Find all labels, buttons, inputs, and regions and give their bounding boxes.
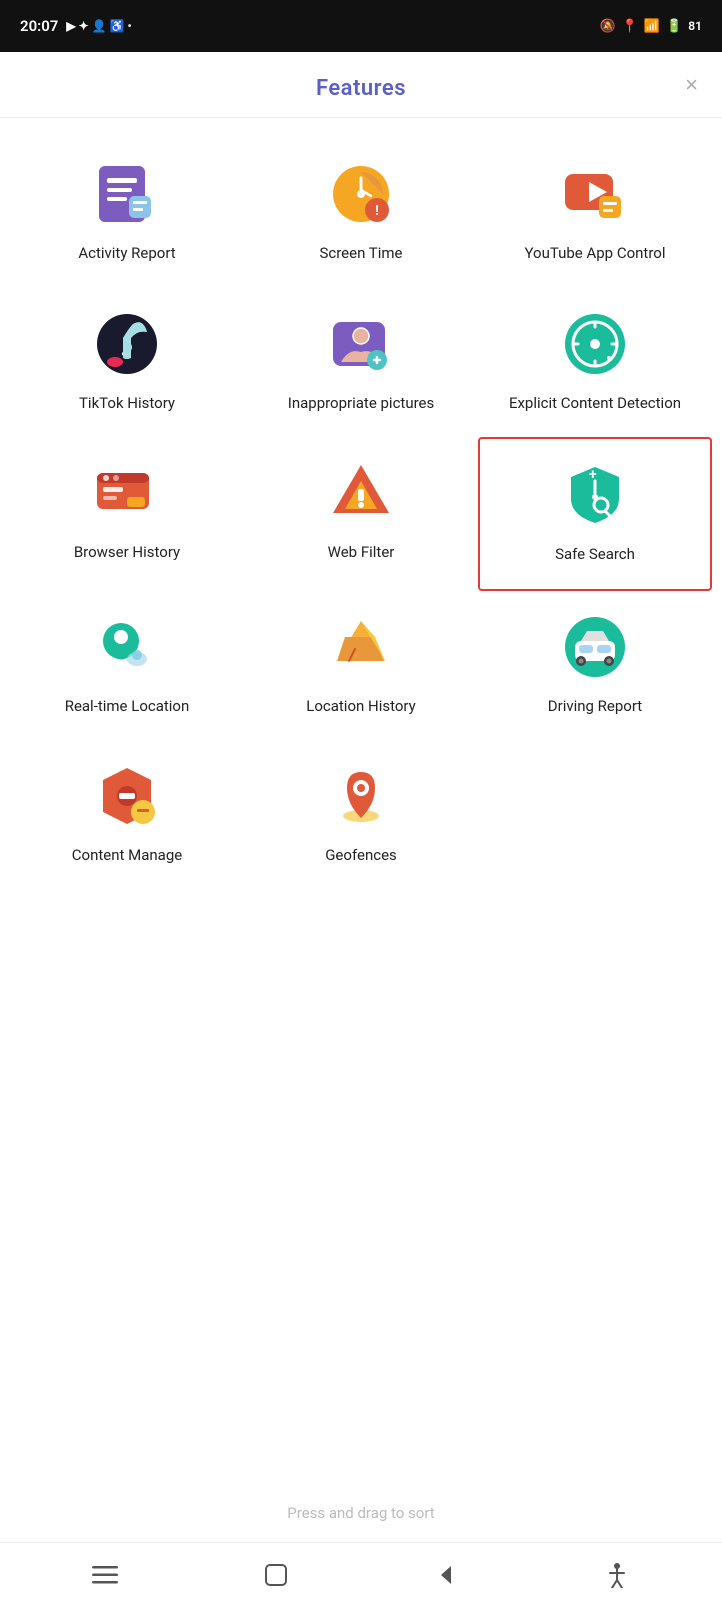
bell-icon: 🔕 [600, 19, 616, 34]
feature-item-youtube-app-control[interactable]: YouTube App Control [478, 138, 712, 288]
explicit-content-label: Explicit Content Detection [509, 394, 681, 414]
browser-history-label: Browser History [74, 543, 180, 563]
bottom-hint: Press and drag to sort [0, 1484, 722, 1542]
youtube-icon [559, 158, 631, 230]
feature-item-content-manage[interactable]: Content Manage [10, 740, 244, 890]
battery-level: 81 [688, 19, 702, 33]
feature-item-web-filter[interactable]: Web Filter [244, 437, 478, 591]
explicit-icon [559, 308, 631, 380]
page-title: Features [316, 76, 406, 101]
nav-back-button[interactable] [422, 1551, 470, 1599]
geofences-icon [325, 760, 397, 832]
web-filter-label: Web Filter [328, 543, 395, 563]
tiktok-history-label: TikTok History [79, 394, 175, 414]
feature-item-inappropriate-pictures[interactable]: Inappropriate pictures [244, 288, 478, 438]
location-history-icon [325, 611, 397, 683]
driving-report-label: Driving Report [548, 697, 642, 717]
feature-item-activity-report[interactable]: Activity Report [10, 138, 244, 288]
realtime-location-label: Real-time Location [65, 697, 190, 717]
web-filter-icon [325, 457, 397, 529]
status-icons: ▶ ✦ 👤 ♿ • [66, 19, 131, 33]
inappropriate-pictures-label: Inappropriate pictures [288, 394, 435, 414]
screen-time-label: Screen Time [319, 244, 402, 264]
header: Features × [0, 52, 722, 118]
status-time: 20:07 [20, 17, 58, 35]
features-grid: Activity Report ! Screen Time [0, 118, 722, 910]
nav-home-button[interactable] [252, 1551, 300, 1599]
wifi-icon: 📶 [644, 19, 660, 34]
svg-text:!: ! [375, 203, 379, 219]
feature-item-driving-report[interactable]: Driving Report [478, 591, 712, 741]
svg-text:+: + [589, 467, 597, 483]
location-status-icon: 📍 [622, 19, 638, 34]
youtube-app-control-label: YouTube App Control [525, 244, 666, 264]
geofences-label: Geofences [325, 846, 397, 866]
feature-item-safe-search[interactable]: + Safe Search [478, 437, 712, 591]
screen-time-icon: ! [325, 158, 397, 230]
safe-search-icon: + [559, 459, 631, 531]
feature-item-tiktok-history[interactable]: ♪ TikTok History [10, 288, 244, 438]
feature-item-screen-time[interactable]: ! Screen Time [244, 138, 478, 288]
main-content: Features × Activity Report [0, 52, 722, 1606]
feature-item-geofences[interactable]: Geofences [244, 740, 478, 890]
inappropriate-icon [325, 308, 397, 380]
status-right: 🔕 📍 📶 🔋 81 [600, 19, 702, 34]
content-manage-label: Content Manage [72, 846, 182, 866]
status-bar: 20:07 ▶ ✦ 👤 ♿ • 🔕 📍 📶 🔋 81 [0, 0, 722, 52]
realtime-location-icon [91, 611, 163, 683]
safe-search-label: Safe Search [555, 545, 635, 565]
location-history-label: Location History [306, 697, 415, 717]
tiktok-icon: ♪ [91, 308, 163, 380]
nav-menu-button[interactable] [81, 1551, 129, 1599]
activity-report-icon [91, 158, 163, 230]
feature-item-location-history[interactable]: Location History [244, 591, 478, 741]
nav-accessibility-button[interactable] [593, 1551, 641, 1599]
content-manage-icon [91, 760, 163, 832]
activity-report-label: Activity Report [78, 244, 175, 264]
browser-icon [91, 457, 163, 529]
close-button[interactable]: × [681, 70, 702, 100]
battery-icon: 🔋 [666, 19, 682, 34]
feature-item-browser-history[interactable]: Browser History [10, 437, 244, 591]
nav-bar [0, 1542, 722, 1606]
feature-item-realtime-location[interactable]: Real-time Location [10, 591, 244, 741]
driving-report-icon [559, 611, 631, 683]
feature-item-explicit-content[interactable]: Explicit Content Detection [478, 288, 712, 438]
